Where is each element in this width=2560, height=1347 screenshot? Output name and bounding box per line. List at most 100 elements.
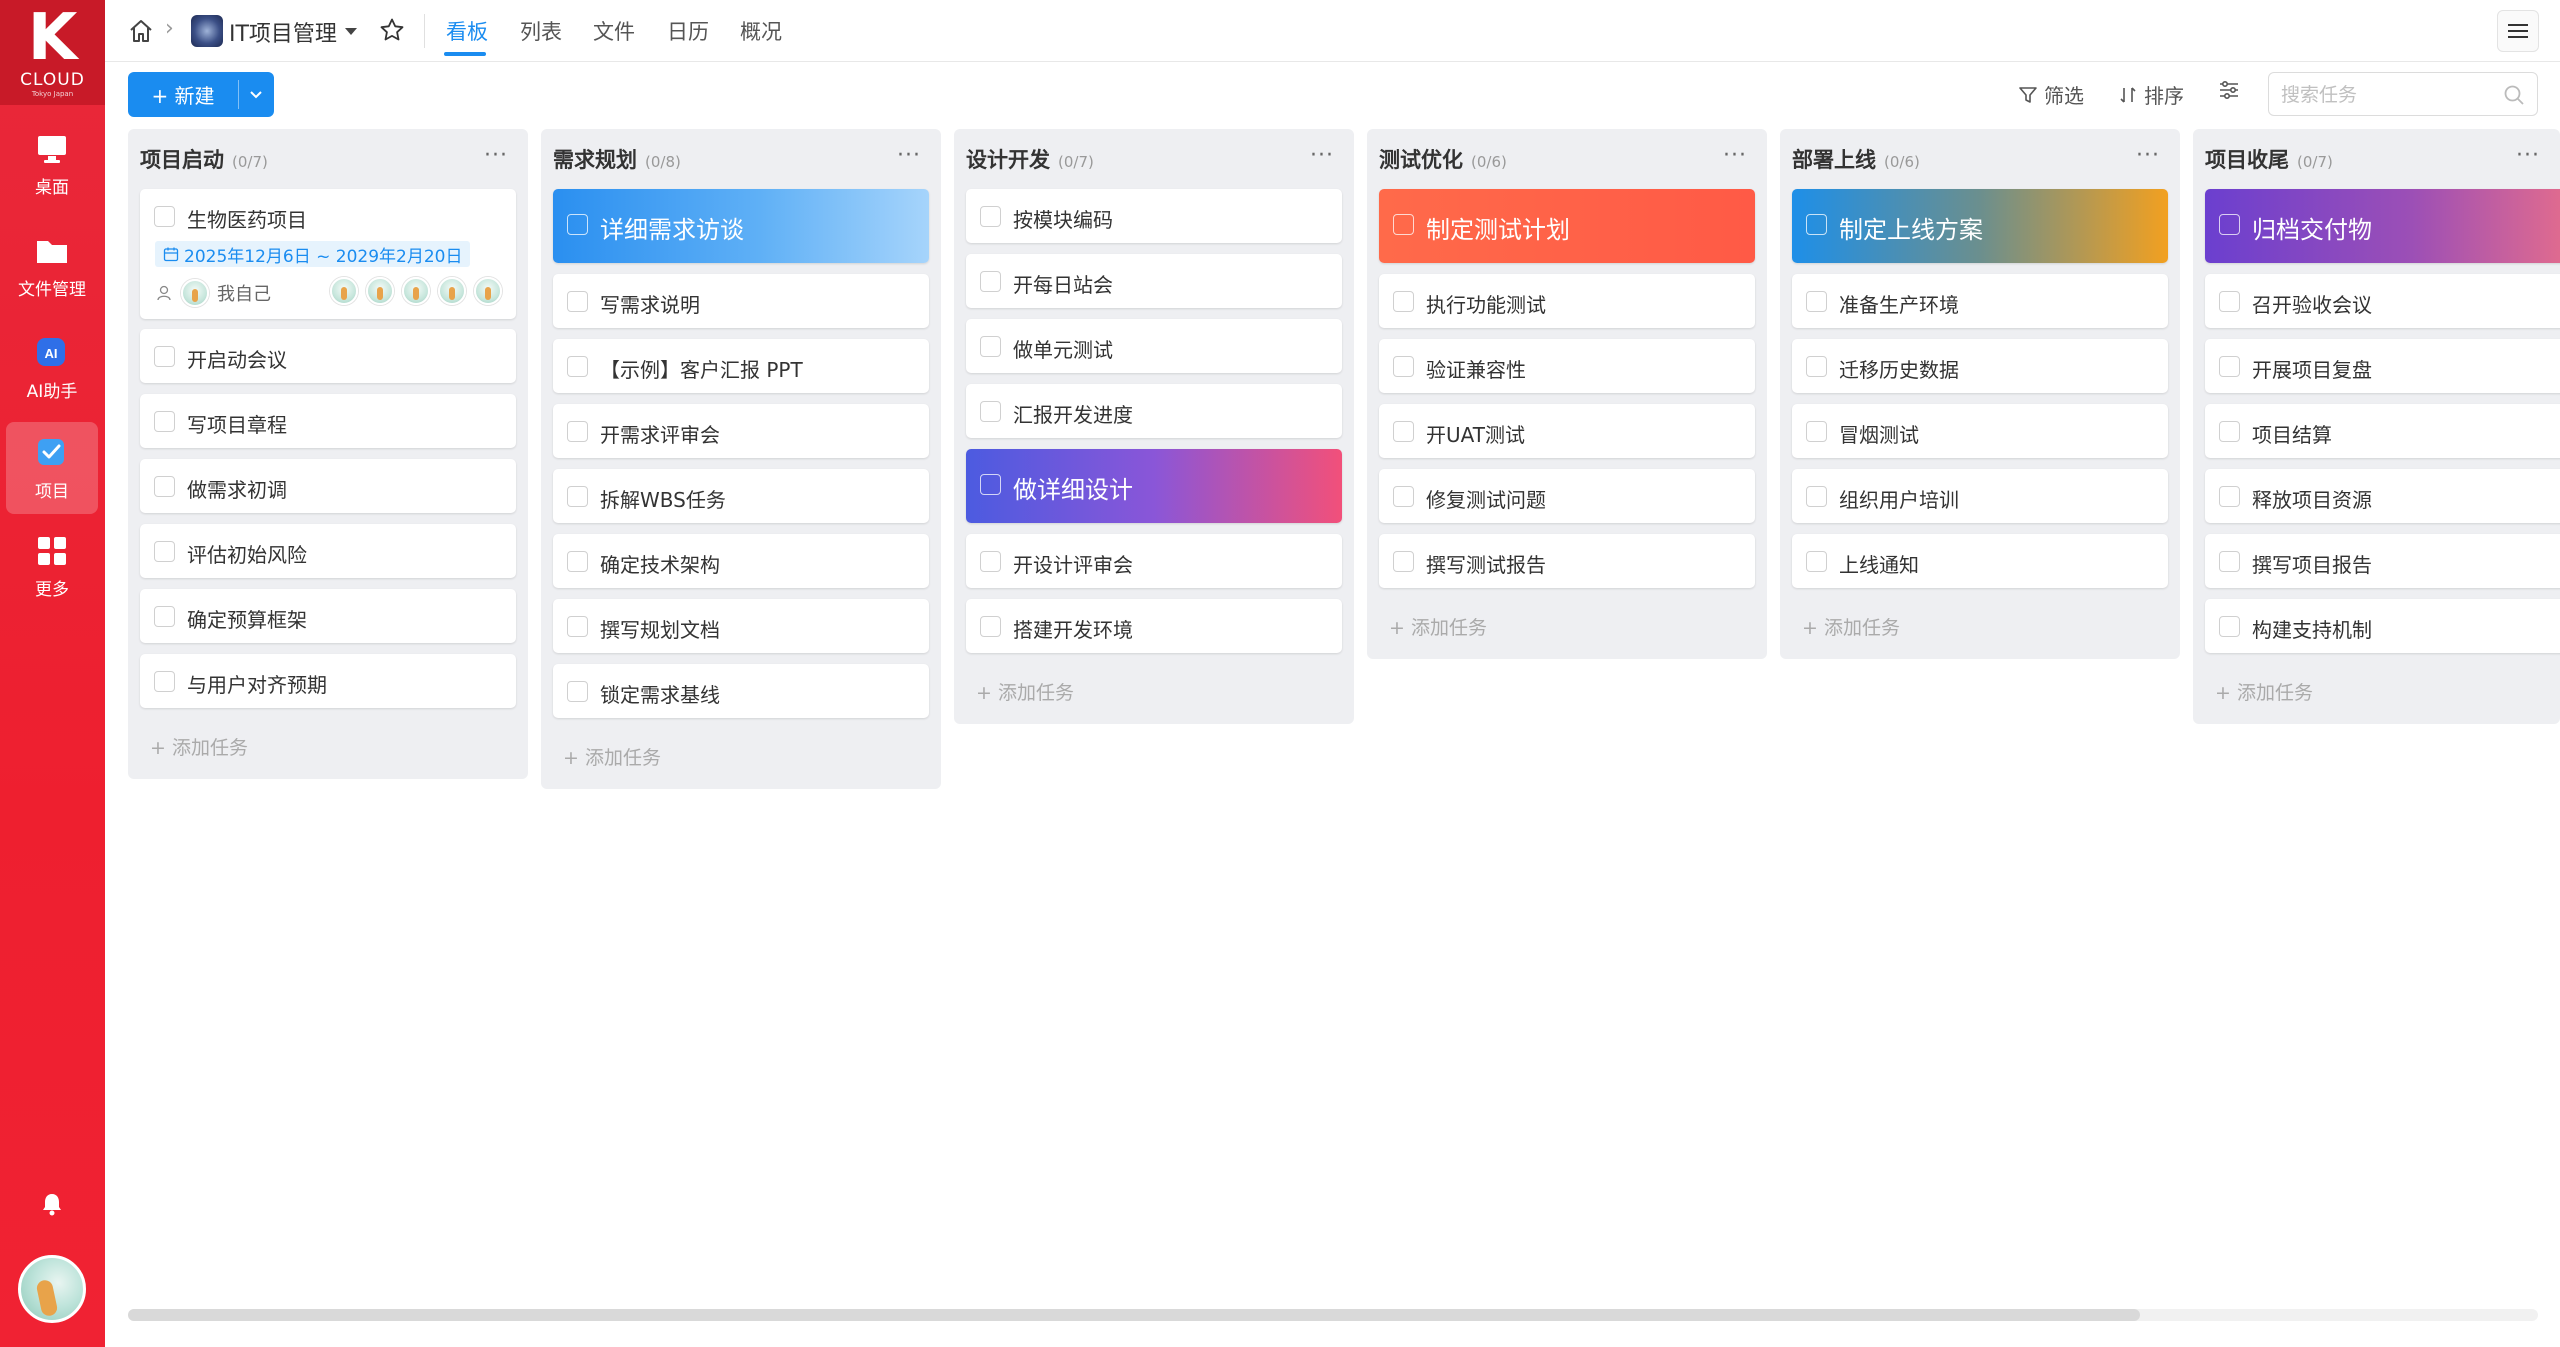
task-checkbox[interactable]	[567, 681, 588, 702]
task-card[interactable]: 修复测试问题	[1379, 469, 1755, 523]
task-card[interactable]: 撰写规划文档	[553, 599, 929, 653]
task-checkbox[interactable]	[567, 214, 588, 235]
task-card[interactable]: 验证兼容性	[1379, 339, 1755, 393]
more-icon[interactable]: ···	[1310, 143, 1334, 168]
app-logo[interactable]: K CLOUD Tokyo Japan	[0, 0, 105, 105]
project-title[interactable]: IT项目管理	[229, 16, 337, 48]
task-checkbox[interactable]	[567, 551, 588, 572]
task-checkbox[interactable]	[1806, 291, 1827, 312]
task-card[interactable]: 执行功能测试	[1379, 274, 1755, 328]
task-card[interactable]: 开UAT测试	[1379, 404, 1755, 458]
add-task-button[interactable]: + 添加任务	[2215, 678, 2313, 705]
task-checkbox[interactable]	[567, 486, 588, 507]
tab-list[interactable]: 列表	[520, 16, 562, 46]
task-card[interactable]: 确定技术架构	[553, 534, 929, 588]
task-checkbox[interactable]	[980, 474, 1001, 495]
task-checkbox[interactable]	[567, 291, 588, 312]
add-task-button[interactable]: + 添加任务	[563, 743, 661, 770]
project-summary-card[interactable]: 生物医药项目 2025年12月6日 ~ 2029年2月20日 我自己	[140, 189, 516, 319]
new-dropdown-button[interactable]	[238, 72, 274, 117]
search-input[interactable]	[2281, 81, 2481, 109]
tab-calendar[interactable]: 日历	[667, 16, 709, 46]
task-checkbox[interactable]	[154, 606, 175, 627]
task-checkbox[interactable]	[2219, 421, 2240, 442]
task-checkbox[interactable]	[567, 356, 588, 377]
tab-overview[interactable]: 概况	[740, 16, 782, 46]
highlight-task-card[interactable]: 归档交付物	[2205, 189, 2560, 263]
task-checkbox[interactable]	[1806, 486, 1827, 507]
task-checkbox[interactable]	[1393, 356, 1414, 377]
more-icon[interactable]: ···	[897, 143, 921, 168]
member-avatar[interactable]	[474, 277, 502, 305]
highlight-task-card[interactable]: 制定测试计划	[1379, 189, 1755, 263]
task-checkbox[interactable]	[154, 671, 175, 692]
add-task-button[interactable]: + 添加任务	[976, 678, 1074, 705]
task-card[interactable]: 评估初始风险	[140, 524, 516, 578]
task-checkbox[interactable]	[154, 411, 175, 432]
task-card[interactable]: 项目结算	[2205, 404, 2560, 458]
tab-board[interactable]: 看板	[446, 16, 488, 46]
task-checkbox[interactable]	[980, 616, 1001, 637]
task-checkbox[interactable]	[1393, 551, 1414, 572]
task-card[interactable]: 释放项目资源	[2205, 469, 2560, 523]
menu-button[interactable]	[2497, 10, 2539, 52]
horizontal-scrollbar[interactable]	[128, 1309, 2140, 1321]
task-card[interactable]: 与用户对齐预期	[140, 654, 516, 708]
task-checkbox[interactable]	[2219, 486, 2240, 507]
member-avatar[interactable]	[366, 277, 394, 305]
task-card[interactable]: 搭建开发环境	[966, 599, 1342, 653]
task-card[interactable]: 锁定需求基线	[553, 664, 929, 718]
sidebar-item-ai[interactable]: AI AI助手	[6, 322, 98, 414]
task-checkbox[interactable]	[2219, 616, 2240, 637]
task-card[interactable]: 准备生产环境	[1792, 274, 2168, 328]
member-avatar[interactable]	[330, 277, 358, 305]
task-card[interactable]: 开每日站会	[966, 254, 1342, 308]
more-icon[interactable]: ···	[2516, 143, 2540, 168]
add-task-button[interactable]: + 添加任务	[1389, 613, 1487, 640]
sidebar-item-project[interactable]: 项目	[6, 422, 98, 514]
add-task-button[interactable]: + 添加任务	[1802, 613, 1900, 640]
task-card[interactable]: 开需求评审会	[553, 404, 929, 458]
sidebar-item-files[interactable]: 文件管理	[6, 220, 98, 312]
member-avatar[interactable]	[438, 277, 466, 305]
task-checkbox[interactable]	[154, 541, 175, 562]
sort-button[interactable]: 排序	[2118, 80, 2184, 109]
task-card[interactable]: 按模块编码	[966, 189, 1342, 243]
highlight-task-card[interactable]: 制定上线方案	[1792, 189, 2168, 263]
new-button[interactable]: + 新建	[128, 72, 238, 117]
task-card[interactable]: 撰写测试报告	[1379, 534, 1755, 588]
task-checkbox[interactable]	[1806, 356, 1827, 377]
add-task-button[interactable]: + 添加任务	[150, 733, 248, 760]
more-icon[interactable]: ···	[484, 143, 508, 168]
task-checkbox[interactable]	[1393, 214, 1414, 235]
filter-button[interactable]: 筛选	[2018, 80, 2084, 109]
task-checkbox[interactable]	[980, 401, 1001, 422]
task-card[interactable]: 【示例】客户汇报 PPT	[553, 339, 929, 393]
task-checkbox[interactable]	[1393, 421, 1414, 442]
task-checkbox[interactable]	[1393, 291, 1414, 312]
task-card[interactable]: 构建支持机制	[2205, 599, 2560, 653]
user-avatar[interactable]	[18, 1255, 86, 1323]
task-card[interactable]: 做单元测试	[966, 319, 1342, 373]
home-icon[interactable]	[128, 18, 154, 44]
more-icon[interactable]: ···	[1723, 143, 1747, 168]
task-card[interactable]: 写项目章程	[140, 394, 516, 448]
task-card[interactable]: 做需求初调	[140, 459, 516, 513]
task-checkbox[interactable]	[1393, 486, 1414, 507]
search-icon[interactable]	[2503, 84, 2525, 106]
settings-button[interactable]	[2218, 80, 2246, 100]
task-card[interactable]: 汇报开发进度	[966, 384, 1342, 438]
task-card[interactable]: 确定预算框架	[140, 589, 516, 643]
sidebar-item-desktop[interactable]: 桌面	[6, 118, 98, 210]
tab-files[interactable]: 文件	[593, 16, 635, 46]
task-checkbox[interactable]	[1806, 551, 1827, 572]
task-checkbox[interactable]	[980, 336, 1001, 357]
highlight-task-card[interactable]: 做详细设计	[966, 449, 1342, 523]
task-checkbox[interactable]	[2219, 551, 2240, 572]
task-checkbox[interactable]	[567, 616, 588, 637]
task-checkbox[interactable]	[154, 206, 175, 227]
task-card[interactable]: 开启动会议	[140, 329, 516, 383]
task-card[interactable]: 开设计评审会	[966, 534, 1342, 588]
task-checkbox[interactable]	[2219, 356, 2240, 377]
caret-down-icon[interactable]	[345, 28, 357, 35]
